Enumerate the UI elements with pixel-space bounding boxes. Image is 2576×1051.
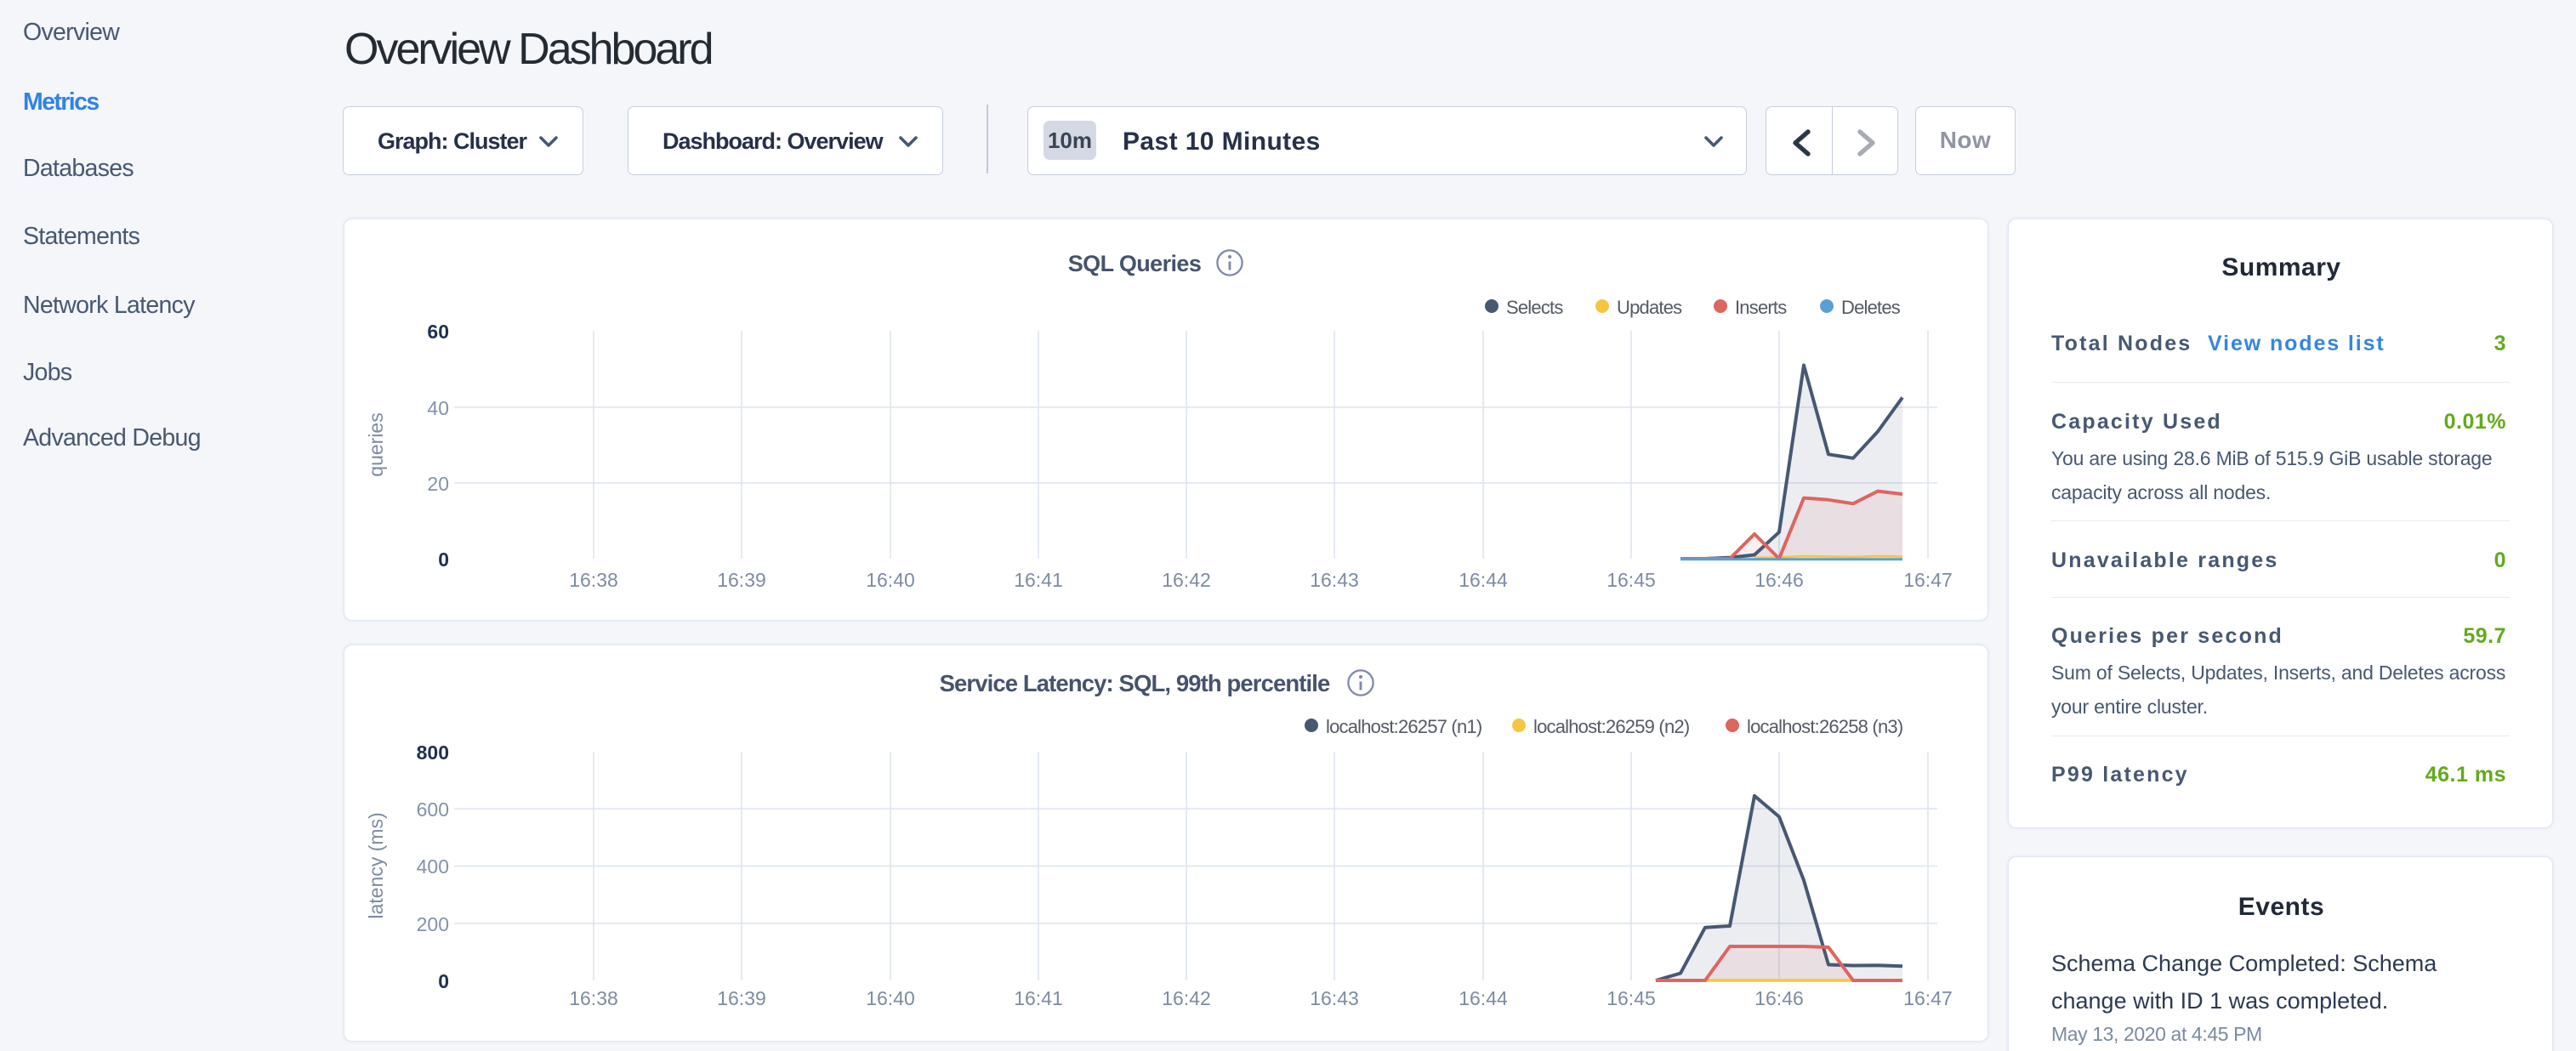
svg-text:16:39: 16:39 — [717, 987, 766, 1009]
svg-text:latency (ms): latency (ms) — [365, 812, 387, 918]
svg-text:SQL Queries: SQL Queries — [1068, 251, 1201, 276]
svg-text:0: 0 — [438, 548, 449, 571]
svg-text:20: 20 — [427, 473, 449, 495]
svg-text:queries: queries — [365, 412, 387, 476]
svg-text:16:44: 16:44 — [1459, 569, 1508, 591]
svg-text:16:44: 16:44 — [1459, 987, 1508, 1009]
svg-text:16:41: 16:41 — [1014, 569, 1063, 591]
svg-text:16:43: 16:43 — [1310, 569, 1359, 591]
svg-text:Selects: Selects — [1506, 297, 1563, 318]
svg-text:200: 200 — [417, 913, 449, 935]
svg-text:400: 400 — [417, 855, 449, 878]
svg-text:600: 600 — [417, 798, 449, 821]
svg-text:16:45: 16:45 — [1606, 987, 1656, 1009]
svg-text:16:46: 16:46 — [1754, 569, 1804, 591]
svg-text:localhost:26259 (n2): localhost:26259 (n2) — [1533, 716, 1689, 737]
svg-text:16:39: 16:39 — [717, 569, 766, 591]
svg-text:16:47: 16:47 — [1903, 987, 1953, 1009]
svg-text:16:40: 16:40 — [866, 569, 915, 591]
svg-text:800: 800 — [417, 741, 449, 764]
svg-text:40: 40 — [427, 397, 449, 419]
svg-text:0: 0 — [438, 970, 449, 992]
svg-text:16:42: 16:42 — [1162, 569, 1211, 591]
svg-text:localhost:26258 (n3): localhost:26258 (n3) — [1747, 716, 1902, 737]
svg-text:16:42: 16:42 — [1162, 987, 1211, 1009]
svg-text:60: 60 — [427, 321, 449, 343]
svg-text:16:38: 16:38 — [569, 569, 618, 591]
svg-text:Service Latency: SQL, 99th per: Service Latency: SQL, 99th percentile — [940, 670, 1330, 696]
svg-text:localhost:26257 (n1): localhost:26257 (n1) — [1326, 716, 1481, 737]
svg-text:16:47: 16:47 — [1903, 569, 1953, 591]
svg-text:16:38: 16:38 — [569, 987, 618, 1009]
svg-text:Deletes: Deletes — [1841, 297, 1901, 318]
svg-text:Inserts: Inserts — [1735, 297, 1787, 318]
svg-text:16:43: 16:43 — [1310, 987, 1359, 1009]
svg-text:Updates: Updates — [1617, 297, 1682, 318]
svg-text:16:40: 16:40 — [866, 987, 915, 1009]
svg-text:16:41: 16:41 — [1014, 987, 1063, 1009]
svg-text:16:46: 16:46 — [1754, 987, 1804, 1009]
svg-text:16:45: 16:45 — [1606, 569, 1656, 591]
